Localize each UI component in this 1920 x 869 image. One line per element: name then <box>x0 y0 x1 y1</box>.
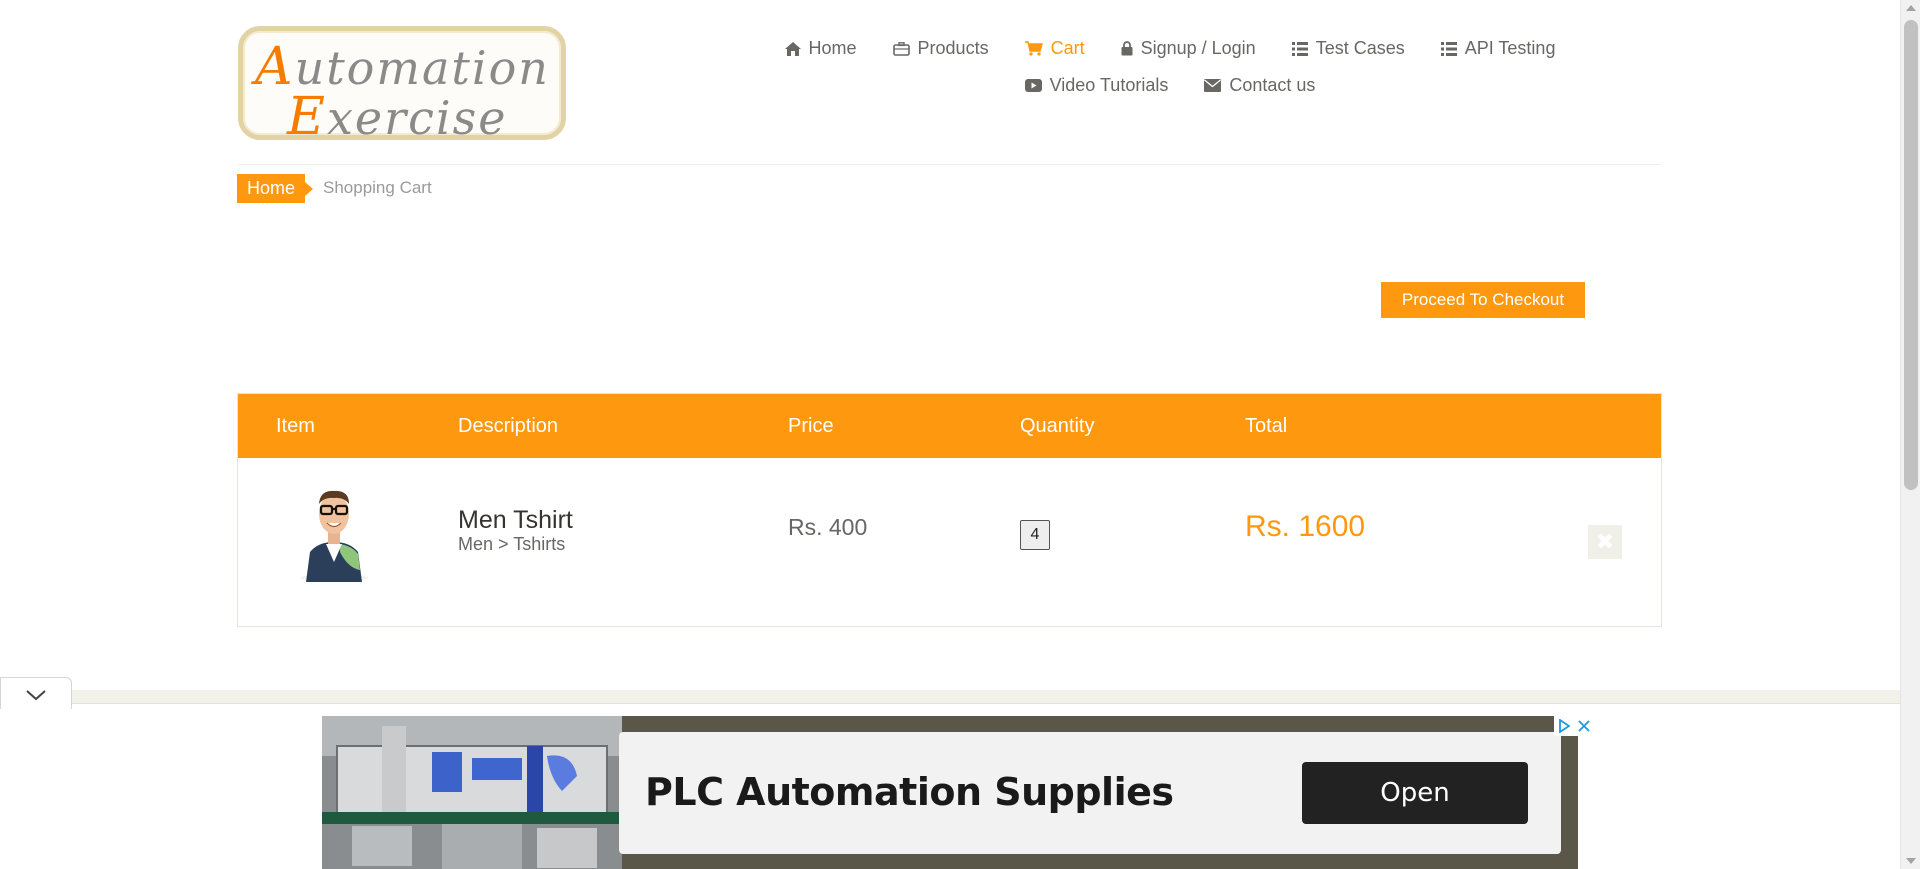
close-icon: ✖ <box>1595 529 1615 554</box>
proceed-to-checkout-button[interactable]: Proceed To Checkout <box>1381 282 1585 318</box>
list-icon <box>1440 41 1457 56</box>
header-divider <box>238 164 1662 165</box>
scroll-down-arrow[interactable] <box>1906 858 1916 864</box>
nav-cart-label: Cart <box>1050 38 1085 58</box>
site-logo[interactable]: Automation Exercise <box>238 26 566 147</box>
nav-cart[interactable]: Cart <box>1007 36 1103 61</box>
envelope-icon <box>1204 79 1222 92</box>
nav-contact-us[interactable]: Contact us <box>1186 73 1333 98</box>
close-icon <box>1578 720 1590 732</box>
nav-video-tutorials[interactable]: Video Tutorials <box>1007 73 1187 98</box>
logo-line-2: Exercise <box>287 87 508 147</box>
delete-item-button[interactable]: ✖ <box>1588 525 1622 559</box>
header-price: Price <box>788 415 834 437</box>
nav-signup-label: Signup / Login <box>1140 38 1256 58</box>
ad-collapse-toggle[interactable] <box>0 677 72 709</box>
header-item: Item <box>276 415 315 437</box>
nav-api-testing[interactable]: API Testing <box>1423 36 1574 61</box>
product-image[interactable] <box>296 482 372 582</box>
product-name[interactable]: Men Tshirt <box>458 506 573 535</box>
youtube-play-icon <box>1024 79 1042 92</box>
product-price: Rs. 400 <box>788 514 868 540</box>
ad-divider-strip <box>0 690 1900 704</box>
product-total: Rs. 1600 <box>1245 510 1366 543</box>
ad-machine-image <box>322 716 622 869</box>
nav-home[interactable]: Home <box>767 36 875 61</box>
breadcrumb-home[interactable]: Home <box>237 174 314 203</box>
nav-video-label: Video Tutorials <box>1049 75 1169 95</box>
nav-home-label: Home <box>808 38 857 58</box>
cart-table: Item Description Price Quantity Total Me… <box>237 393 1662 627</box>
home-icon <box>784 41 801 56</box>
cart-icon <box>1024 41 1043 56</box>
ad-open-button[interactable]: Open <box>1302 762 1528 824</box>
ad-choices[interactable] <box>1554 716 1594 736</box>
nav-products[interactable]: Products <box>875 36 1007 61</box>
table-row: Men Tshirt Men > Tshirts Rs. 400 4 Rs. 1… <box>238 458 1661 626</box>
nav-api-testing-label: API Testing <box>1464 38 1556 58</box>
nav-products-label: Products <box>917 38 989 58</box>
nav-signup-login[interactable]: Signup / Login <box>1103 36 1274 61</box>
nav-test-cases-label: Test Cases <box>1315 38 1405 58</box>
scroll-up-arrow[interactable] <box>1906 5 1916 11</box>
quantity-display: 4 <box>1020 520 1050 550</box>
ad-banner[interactable]: PLC Automation Supplies Open <box>322 716 1578 869</box>
scroll-thumb[interactable] <box>1904 20 1918 490</box>
header-quantity: Quantity <box>1020 415 1095 437</box>
header-total: Total <box>1245 415 1288 437</box>
nav-test-cases[interactable]: Test Cases <box>1274 36 1423 61</box>
product-category: Men > Tshirts <box>458 534 566 554</box>
breadcrumb-current: Shopping Cart <box>323 178 432 197</box>
nav-contact-label: Contact us <box>1229 75 1316 95</box>
main-nav: Home Products Cart Signup / Login Test C… <box>740 36 1600 110</box>
list-icon <box>1291 41 1308 56</box>
ad-title: PLC Automation Supplies <box>645 770 1174 814</box>
ad-card: PLC Automation Supplies Open <box>619 732 1561 854</box>
briefcase-icon <box>892 41 910 56</box>
lock-icon <box>1121 41 1133 56</box>
page-scrollbar[interactable] <box>1900 0 1920 869</box>
adchoices-icon <box>1559 719 1570 733</box>
header-description: Description <box>458 415 559 437</box>
cart-header-row: Item Description Price Quantity Total <box>238 394 1661 458</box>
chevron-down-icon <box>26 690 46 701</box>
